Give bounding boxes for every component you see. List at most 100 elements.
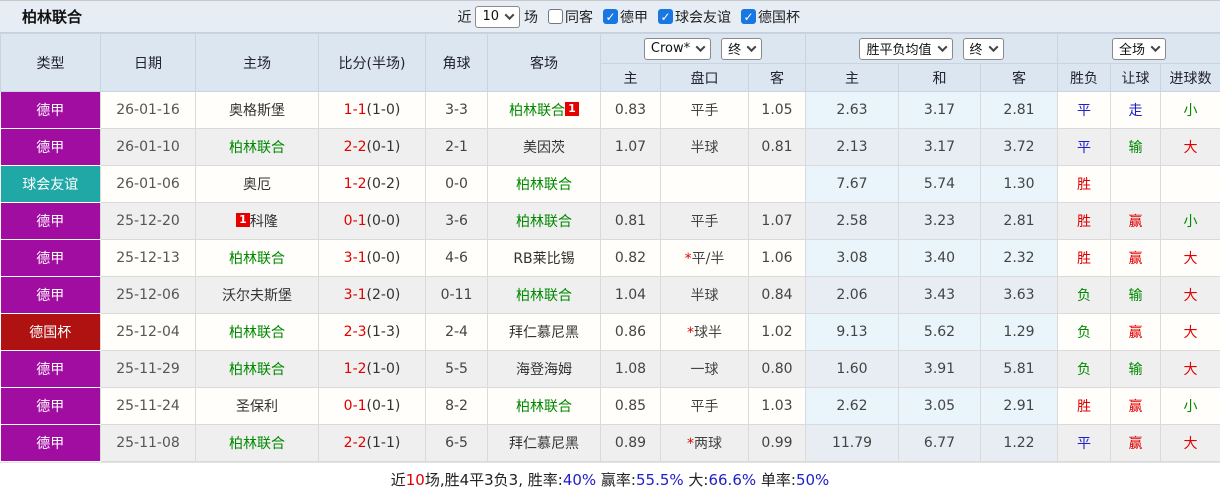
- goals-result-cell: 大: [1159, 239, 1220, 277]
- summary-segment: 近: [390, 471, 406, 489]
- toolbar: 柏林联合 近 10 场 同客 德甲 球会友谊 德国杯: [0, 1, 1220, 33]
- team-name: RB莱比锡: [513, 251, 575, 267]
- goals-result-cell: 小: [1159, 202, 1220, 240]
- red-card-badge: 1: [565, 102, 579, 116]
- asian-away-odds: 0.99: [748, 424, 806, 462]
- result-cell: 平: [1057, 424, 1111, 462]
- match-history-panel: 柏林联合 近 10 场 同客 德甲 球会友谊 德国杯: [0, 0, 1220, 495]
- euro-draw-odds: 3.17: [898, 128, 981, 166]
- asian-home-odds: 1.04: [600, 276, 661, 314]
- away-team-cell: 柏林联合: [487, 276, 601, 314]
- same-away-checkbox[interactable]: [548, 9, 563, 24]
- goals-result-cell: [1159, 165, 1220, 203]
- league-friendly-label: 球会友谊: [675, 9, 731, 26]
- date-cell: 25-12-20: [100, 202, 196, 240]
- asian-handicap: [660, 165, 749, 203]
- euro-odds-time-select[interactable]: 终: [962, 37, 1004, 60]
- sub-header-handicap: 盘口: [660, 63, 749, 92]
- col-header-type: 类型: [0, 33, 101, 92]
- chevron-down-icon: [1150, 42, 1161, 53]
- handicap-result-cell: 赢: [1110, 424, 1161, 462]
- away-team-cell: RB莱比锡: [487, 239, 601, 277]
- summary-segment: 55.5%: [635, 470, 684, 489]
- handicap-result-cell: 输: [1110, 128, 1161, 166]
- result-cell: 胜: [1057, 387, 1111, 425]
- corner-cell: 3-3: [425, 91, 488, 129]
- asian-home-odds: 0.81: [600, 202, 661, 240]
- team-name: 奥格斯堡: [229, 103, 285, 119]
- home-team-cell: 奥格斯堡: [195, 91, 319, 129]
- asian-away-odds: 1.03: [748, 387, 806, 425]
- asian-odds-group-header: Crow* 终: [600, 33, 806, 64]
- euro-home-odds: 9.13: [805, 313, 899, 351]
- home-team-cell: 柏林联合: [195, 313, 319, 351]
- league-cell: 德甲: [0, 128, 101, 166]
- date-cell: 26-01-10: [100, 128, 196, 166]
- home-team-cell: 沃尔夫斯堡: [195, 276, 319, 314]
- league-friendly-filter: 球会友谊: [658, 7, 731, 27]
- team-name: 柏林联合: [229, 436, 285, 452]
- date-cell: 25-12-13: [100, 239, 196, 277]
- match-row: 德国杯 25-12-04 柏林联合 2-3(1-3) 2-4 拜仁慕尼黑 0.86 *球半 1.…: [0, 313, 1220, 351]
- summary-segment: 50%: [795, 470, 830, 489]
- match-row: 球会友谊 26-01-06 奥厄 1-2(0-2) 0-0 柏林联合 7.67 5.74 1.3…: [0, 165, 1220, 203]
- summary-bar: 近 10 场,胜4平3负3, 胜率: 40% 赢率: 55.5% 大: 66.6% 单率:…: [0, 462, 1220, 495]
- red-card-badge: 1: [236, 213, 250, 227]
- home-team-cell: 柏林联合: [195, 239, 319, 277]
- summary-segment: 10: [405, 470, 425, 489]
- asian-odds-company-select[interactable]: Crow*: [643, 37, 712, 60]
- team-name: 沃尔夫斯堡: [222, 288, 292, 304]
- recent-count-select[interactable]: 10: [475, 5, 520, 28]
- team-name: 柏林联合: [509, 103, 566, 119]
- team-name: 柏林联合: [229, 362, 285, 378]
- score-cell: 3-1(2-0): [318, 276, 426, 314]
- asian-away-odds: 0.84: [748, 276, 806, 314]
- league-cell: 德甲: [0, 350, 101, 388]
- corner-cell: 2-4: [425, 313, 488, 351]
- team-name: 柏林联合: [229, 251, 285, 267]
- team-name: 拜仁慕尼黑: [509, 325, 579, 341]
- euro-away-odds: 2.81: [980, 202, 1058, 240]
- corner-cell: 3-6: [425, 202, 488, 240]
- asian-home-odds: 0.85: [600, 387, 661, 425]
- score-cell: 0-1(0-0): [318, 202, 426, 240]
- chevron-down-icon: [504, 10, 515, 21]
- col-header-date: 日期: [100, 33, 196, 92]
- date-cell: 25-12-06: [100, 276, 196, 314]
- asian-home-odds: 0.82: [600, 239, 661, 277]
- chevron-down-icon: [695, 42, 706, 53]
- euro-home-odds: 2.06: [805, 276, 899, 314]
- team-name: 美因茨: [523, 140, 565, 156]
- corner-cell: 0-11: [425, 276, 488, 314]
- euro-away-odds: 1.30: [980, 165, 1058, 203]
- euro-away-odds: 2.32: [980, 239, 1058, 277]
- league-cup-checkbox[interactable]: [741, 9, 756, 24]
- asian-handicap: 平手: [660, 387, 749, 425]
- team-name: 柏林联合: [516, 214, 572, 230]
- corner-cell: 0-0: [425, 165, 488, 203]
- euro-home-odds: 3.08: [805, 239, 899, 277]
- match-row: 德甲 26-01-16 奥格斯堡 1-1(1-0) 3-3 柏林联合 1 0.83 平手 1.05…: [0, 91, 1220, 129]
- score-cell: 1-2(0-2): [318, 165, 426, 203]
- chevron-down-icon: [746, 42, 757, 53]
- corner-cell: 6-5: [425, 424, 488, 462]
- euro-home-odds: 2.13: [805, 128, 899, 166]
- away-team-cell: 柏林联合: [487, 387, 601, 425]
- score-cell: 2-2(0-1): [318, 128, 426, 166]
- home-team-cell: 奥厄: [195, 165, 319, 203]
- league-dejia-checkbox[interactable]: [603, 9, 618, 24]
- euro-odds-type-select[interactable]: 胜平负均值: [859, 37, 953, 60]
- scope-select[interactable]: 全场: [1112, 37, 1167, 60]
- date-cell: 25-12-04: [100, 313, 196, 351]
- euro-draw-odds: 5.62: [898, 313, 981, 351]
- euro-away-odds: 2.81: [980, 91, 1058, 129]
- sub-header-goals: 进球数: [1159, 63, 1220, 92]
- asian-handicap: 平手: [660, 91, 749, 129]
- league-friendly-checkbox[interactable]: [658, 9, 673, 24]
- corner-cell: 5-5: [425, 350, 488, 388]
- asian-odds-time-select[interactable]: 终: [721, 37, 763, 60]
- away-team-cell: 美因茨: [487, 128, 601, 166]
- summary-segment: 赢率:: [596, 471, 636, 489]
- corner-cell: 8-2: [425, 387, 488, 425]
- sub-header-result: 胜负: [1057, 63, 1111, 92]
